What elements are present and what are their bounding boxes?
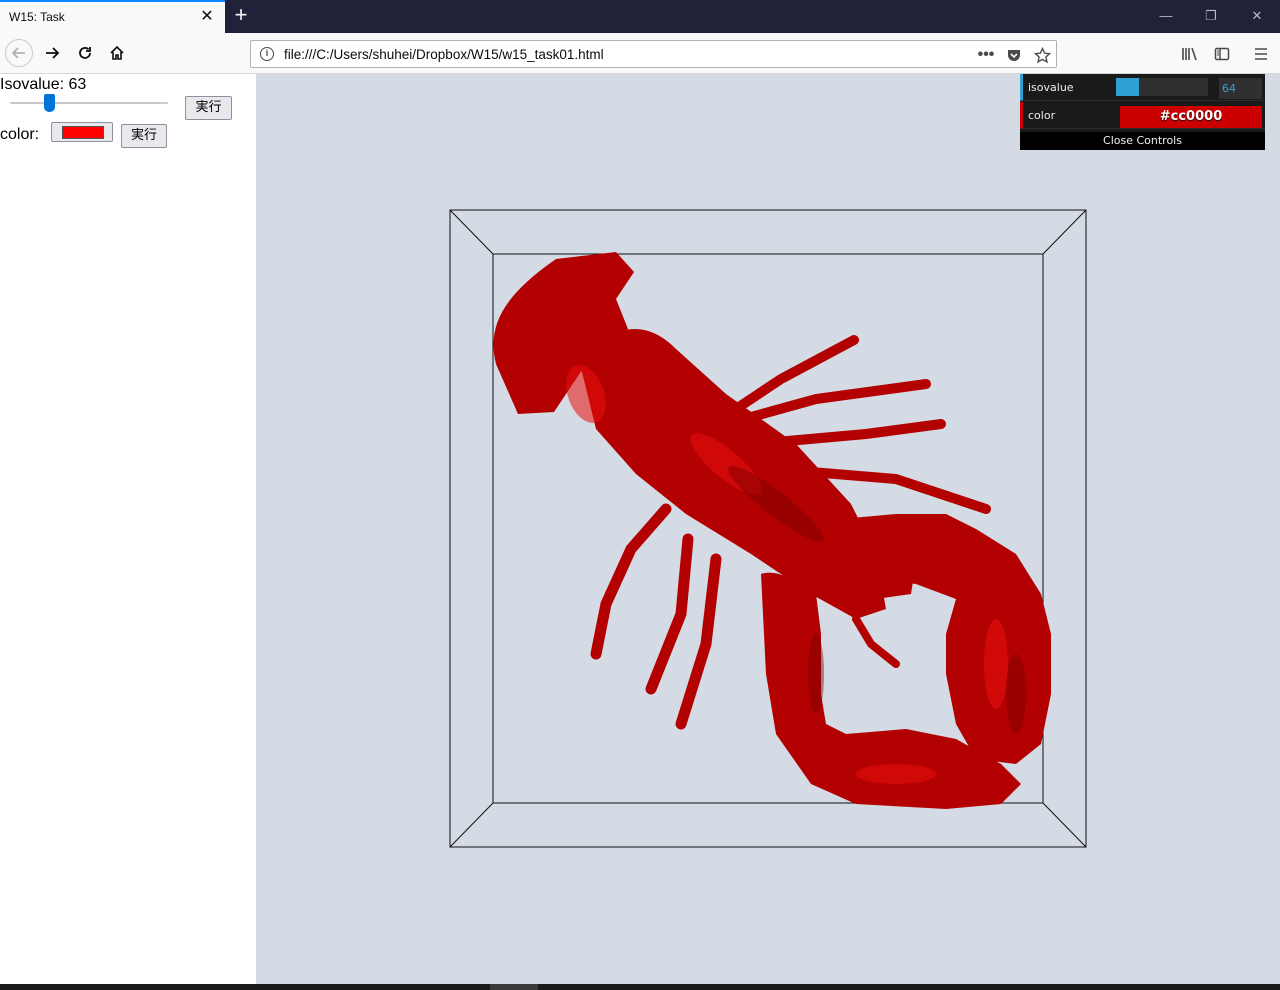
url-text[interactable]: file:///C:/Users/shuhei/Dropbox/W15/w15_… — [284, 47, 604, 62]
page-content: Isovalue: 63 実行 color: 実行 isovalue 64 co… — [0, 74, 1280, 984]
gui-isovalue-label: isovalue — [1028, 81, 1074, 94]
restore-icon[interactable]: ❐ — [1203, 8, 1219, 24]
window-close-icon[interactable]: ✕ — [1249, 8, 1265, 24]
tab-title: W15: Task — [9, 10, 65, 24]
lobster-isosurface — [493, 252, 1051, 809]
isovalue-slider-thumb[interactable] — [44, 94, 56, 112]
back-icon[interactable] — [5, 39, 33, 67]
pocket-icon[interactable] — [1004, 45, 1024, 65]
gui-color-input[interactable]: #cc0000 — [1120, 106, 1262, 128]
reload-icon[interactable] — [71, 39, 99, 67]
gui-isovalue-input[interactable]: 64 — [1219, 78, 1262, 99]
color-picker[interactable] — [51, 122, 113, 142]
minimize-icon[interactable]: — — [1158, 8, 1174, 24]
more-icon[interactable]: ••• — [976, 45, 996, 65]
tab-strip: W15: Task ✕ + — ❐ ✕ — [0, 0, 1280, 33]
gui-color-row: color #cc0000 — [1020, 102, 1265, 129]
render-canvas[interactable]: isovalue 64 color #cc0000 Close Controls — [256, 74, 1280, 984]
star-icon[interactable] — [1032, 45, 1052, 65]
home-icon[interactable] — [103, 39, 131, 67]
gui-isovalue-row: isovalue 64 — [1020, 74, 1265, 101]
close-controls-button[interactable]: Close Controls — [1020, 132, 1265, 150]
navigation-toolbar: i file:///C:/Users/shuhei/Dropbox/W15/w1… — [0, 33, 1280, 74]
isosurface-scene — [449, 209, 1087, 848]
url-bar[interactable]: i file:///C:/Users/shuhei/Dropbox/W15/w1… — [250, 40, 1057, 68]
isovalue-slider[interactable] — [10, 102, 168, 104]
browser-tab[interactable]: W15: Task ✕ — [0, 0, 225, 33]
gui-color-label: color — [1028, 109, 1056, 122]
taskbar-item[interactable] — [490, 984, 538, 990]
library-icon[interactable] — [1179, 43, 1201, 65]
color-run-button[interactable]: 実行 — [121, 124, 167, 148]
color-label: color: — [0, 126, 40, 143]
color-swatch — [62, 126, 104, 139]
dat-gui-panel: isovalue 64 color #cc0000 Close Controls — [1020, 74, 1265, 150]
tab-close-icon[interactable]: ✕ — [199, 9, 215, 25]
isovalue-run-button[interactable]: 実行 — [185, 96, 232, 120]
menu-icon[interactable] — [1250, 43, 1272, 65]
gui-isovalue-slider-fill — [1116, 78, 1139, 96]
isovalue-label: Isovalue: 63 — [0, 76, 87, 93]
info-icon[interactable]: i — [260, 47, 274, 61]
control-panel: Isovalue: 63 実行 color: 実行 — [0, 74, 256, 984]
new-tab-icon[interactable]: + — [230, 4, 252, 27]
gui-isovalue-slider[interactable] — [1116, 78, 1208, 96]
sidebar-icon[interactable] — [1211, 43, 1233, 65]
forward-icon[interactable] — [38, 39, 66, 67]
taskbar-strip — [0, 984, 1280, 990]
